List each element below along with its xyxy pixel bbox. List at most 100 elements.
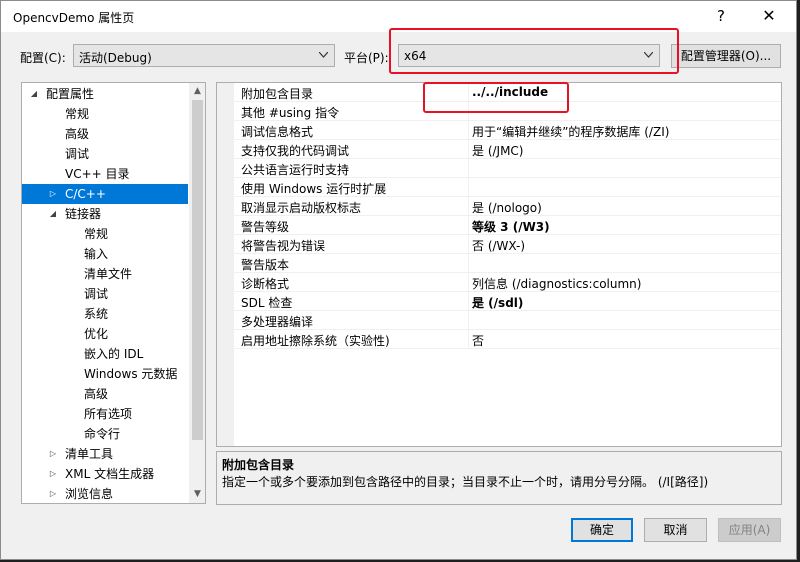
tree-item[interactable]: 高级	[22, 124, 188, 144]
scroll-thumb[interactable]	[192, 100, 203, 440]
property-name: 使用 Windows 运行时扩展	[241, 182, 387, 196]
expand-arrow-icon[interactable]: ▷	[48, 464, 58, 484]
cancel-button[interactable]: 取消	[644, 518, 707, 542]
tree-item-label: 命令行	[84, 427, 121, 441]
property-row[interactable]: 附加包含目录 ../../include	[234, 83, 781, 102]
tree-item-label: 系统	[84, 307, 109, 321]
tree-item[interactable]: Windows 元数据	[22, 364, 188, 384]
property-row[interactable]: 将警告视为错误 否 (/WX-)	[234, 235, 781, 254]
tree-item[interactable]: 所有选项	[22, 404, 188, 424]
tree-item[interactable]: 调试	[22, 144, 188, 164]
tree-item[interactable]: ▷ 清单工具	[22, 444, 188, 464]
config-label: 配置(C):	[20, 51, 66, 65]
property-value[interactable]: 用于“编辑并继续”的程序数据库 (/ZI)	[472, 123, 669, 140]
column-divider	[468, 235, 469, 254]
property-name: 诊断格式	[241, 277, 290, 291]
platform-value: x64	[404, 49, 427, 63]
tree-item[interactable]: 清单文件	[22, 264, 188, 284]
property-value[interactable]: 否	[472, 332, 484, 349]
column-divider	[468, 273, 469, 292]
column-divider	[468, 292, 469, 311]
property-row[interactable]: 使用 Windows 运行时扩展	[234, 178, 781, 197]
column-divider	[468, 330, 469, 349]
tree-item[interactable]: ◢ 链接器	[22, 204, 188, 224]
tree-item-label: XML 文档生成器	[65, 467, 155, 481]
property-value[interactable]: 是 (/sdl)	[472, 294, 523, 311]
tree-item-label: 常规	[65, 107, 90, 121]
column-divider	[468, 254, 469, 273]
property-value[interactable]: 列信息 (/diagnostics:column)	[472, 275, 641, 292]
tree-item-label: Windows 元数据	[84, 367, 178, 381]
property-row[interactable]: SDL 检查 是 (/sdl)	[234, 292, 781, 311]
tree-item[interactable]: 系统	[22, 304, 188, 324]
property-pages-dialog: OpencvDemo 属性页 ? ✕ 配置(C): 活动(Debug) 平台(P…	[0, 0, 797, 560]
chevron-down-icon	[644, 52, 653, 58]
config-select[interactable]: 活动(Debug)	[73, 44, 335, 67]
property-value[interactable]: 是 (/nologo)	[472, 199, 542, 216]
tree-item[interactable]: VC++ 目录	[22, 164, 188, 184]
expand-arrow-icon[interactable]: ▷	[48, 184, 58, 204]
tree-item-label: 浏览信息	[65, 487, 114, 501]
column-divider	[468, 102, 469, 121]
property-row[interactable]: 取消显示启动版权标志 是 (/nologo)	[234, 197, 781, 216]
expand-arrow-icon[interactable]: ▷	[48, 444, 58, 464]
property-value[interactable]: 等级 3 (/W3)	[472, 218, 550, 235]
close-button[interactable]: ✕	[757, 5, 781, 27]
property-row[interactable]: 诊断格式 列信息 (/diagnostics:column)	[234, 273, 781, 292]
tree-item[interactable]: 嵌入的 IDL	[22, 344, 188, 364]
property-row[interactable]: 警告等级 等级 3 (/W3)	[234, 216, 781, 235]
property-name: 启用地址擦除系统（实验性)	[241, 334, 390, 348]
property-row[interactable]: 支持仅我的代码调试 是 (/JMC)	[234, 140, 781, 159]
property-row[interactable]: 启用地址擦除系统（实验性) 否	[234, 330, 781, 349]
expand-arrow-icon[interactable]: ▷	[48, 484, 58, 503]
tree-item[interactable]: 调试	[22, 284, 188, 304]
tree-scrollbar[interactable]: ▲ ▼	[189, 83, 205, 503]
property-row[interactable]: 警告版本	[234, 254, 781, 273]
tree-item[interactable]: 常规	[22, 224, 188, 244]
tree-item[interactable]: ▷ C/C++	[22, 184, 188, 204]
config-manager-button[interactable]: 配置管理器(O)...	[671, 44, 781, 68]
property-name: 调试信息格式	[241, 125, 314, 139]
tree-item[interactable]: ▷ XML 文档生成器	[22, 464, 188, 484]
column-divider	[468, 121, 469, 140]
property-value[interactable]: 是 (/JMC)	[472, 142, 524, 159]
column-divider	[468, 216, 469, 235]
tree-item[interactable]: ▷ 浏览信息	[22, 484, 188, 503]
tree-item[interactable]: 输入	[22, 244, 188, 264]
tree-item[interactable]: 高级	[22, 384, 188, 404]
property-value[interactable]: 否 (/WX-)	[472, 237, 525, 254]
property-tree: ◢ 配置属性 常规 高级 调试 VC++ 目录 ▷ C/C++ ◢ 链接器 常规 输入 清单文件 调试 系统…	[21, 82, 206, 504]
tree-item-label: C/C++	[65, 187, 106, 201]
tree-item-label: 清单工具	[65, 447, 114, 461]
tree-item[interactable]: 优化	[22, 324, 188, 344]
tree-item-label: 链接器	[65, 207, 102, 221]
platform-label: 平台(P):	[344, 51, 389, 65]
description-title: 附加包含目录	[222, 458, 295, 472]
ok-button[interactable]: 确定	[571, 518, 633, 542]
property-name: 公共语言运行时支持	[241, 163, 350, 177]
apply-button[interactable]: 应用(A)	[718, 518, 781, 542]
property-name: 将警告视为错误	[241, 239, 326, 253]
collapse-arrow-icon[interactable]: ◢	[29, 84, 39, 104]
platform-select[interactable]: x64	[398, 44, 660, 67]
tree-item[interactable]: 常规	[22, 104, 188, 124]
property-value[interactable]: ../../include	[472, 85, 548, 99]
column-divider	[468, 159, 469, 178]
column-divider	[468, 140, 469, 159]
tree-item[interactable]: ◢ 配置属性	[22, 84, 188, 104]
description-text: 指定一个或多个要添加到包含路径中的目录；当目录不止一个时，请用分号分隔。 (/I…	[222, 475, 709, 489]
tree-item-label: 调试	[65, 147, 90, 161]
property-row[interactable]: 调试信息格式 用于“编辑并继续”的程序数据库 (/ZI)	[234, 121, 781, 140]
scroll-up-icon[interactable]: ▲	[189, 83, 205, 100]
property-name: 附加包含目录	[241, 87, 314, 101]
scroll-down-icon[interactable]: ▼	[189, 486, 205, 503]
property-row[interactable]: 其他 #using 指令	[234, 102, 781, 121]
tree-item[interactable]: 命令行	[22, 424, 188, 444]
property-row[interactable]: 公共语言运行时支持	[234, 159, 781, 178]
help-button[interactable]: ?	[709, 5, 733, 27]
chevron-down-icon	[319, 52, 328, 58]
property-row[interactable]: 多处理器编译	[234, 311, 781, 330]
tree-item-label: VC++ 目录	[65, 167, 130, 181]
collapse-arrow-icon[interactable]: ◢	[48, 204, 58, 224]
property-name: SDL 检查	[241, 296, 293, 310]
